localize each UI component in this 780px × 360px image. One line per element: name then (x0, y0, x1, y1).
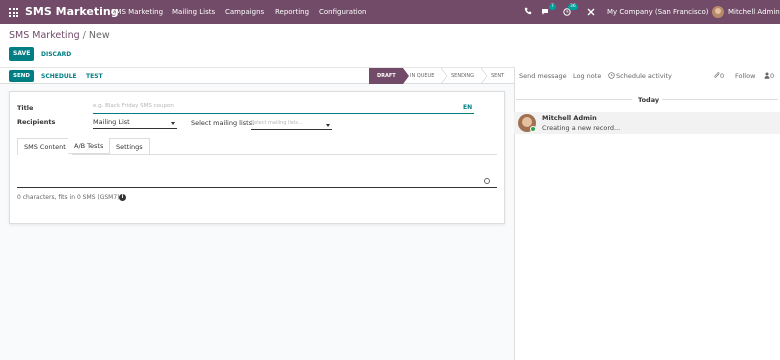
status-chevron-icon (481, 68, 487, 84)
test-button[interactable]: TEST (86, 73, 103, 80)
mailing-lists-label: Select mailing lists: (191, 119, 255, 127)
date-divider (662, 99, 778, 100)
menu-sms-marketing[interactable]: SMS Marketing (111, 8, 163, 16)
sms-body-input[interactable] (17, 176, 497, 188)
chatter-panel (514, 67, 780, 360)
chevron-down-icon (326, 124, 330, 127)
mailing-lists-placeholder: Select mailing lists... (251, 120, 303, 126)
menu-reporting[interactable]: Reporting (275, 8, 309, 16)
sms-character-count: 0 characters, fits in 0 SMS (GSM7) (17, 194, 120, 201)
attachments-count: 0 (720, 72, 725, 80)
breadcrumb-parent[interactable]: SMS Marketing (9, 30, 80, 41)
emoji-icon[interactable] (484, 178, 490, 184)
user-avatar[interactable] (712, 6, 724, 18)
tabs-divider (17, 154, 497, 155)
breadcrumb-separator: / (82, 30, 86, 41)
debug-close-icon[interactable] (587, 8, 595, 16)
breadcrumb: SMS Marketing / New (9, 30, 110, 41)
form-statusbar (0, 67, 514, 84)
tab-sms-content[interactable]: SMS Content (17, 138, 73, 155)
clock-icon (608, 72, 615, 79)
date-divider (516, 99, 632, 100)
follow-button[interactable]: Follow (735, 72, 755, 80)
top-navbar: SMS Marketing SMS Marketing Mailing List… (0, 0, 780, 24)
online-status-icon (530, 126, 536, 132)
message-author[interactable]: Mitchell Admin (542, 114, 597, 122)
menu-configuration[interactable]: Configuration (319, 8, 366, 16)
activities-count-badge: 36 (568, 4, 578, 10)
schedule-activity-button[interactable]: Schedule activity (616, 72, 672, 80)
status-step-in-queue[interactable]: IN QUEUE (410, 68, 434, 84)
language-button[interactable]: EN (463, 104, 472, 111)
company-switcher[interactable]: My Company (San Francisco) (607, 8, 708, 16)
menu-campaigns[interactable]: Campaigns (225, 8, 264, 16)
tab-ab-tests[interactable]: A/B Tests (68, 138, 110, 154)
status-step-draft[interactable]: DRAFT (369, 68, 409, 84)
status-step-sending[interactable]: SENDING (451, 68, 474, 84)
info-icon[interactable]: i (119, 194, 126, 201)
recipients-select[interactable]: Mailing List (93, 118, 177, 129)
chevron-down-icon (171, 122, 175, 125)
message-body: Creating a new record... (542, 124, 621, 132)
phone-icon[interactable] (524, 7, 532, 15)
followers-count: 0 (770, 72, 775, 80)
apps-menu-icon[interactable] (9, 8, 18, 17)
recipients-label: Recipients (17, 118, 56, 126)
status-chevron-icon (441, 68, 447, 84)
mailing-lists-input[interactable]: Select mailing lists... (251, 120, 332, 130)
send-button[interactable]: SEND (9, 70, 34, 82)
schedule-button[interactable]: SCHEDULE (41, 73, 77, 80)
user-menu[interactable]: Mitchell Admin (728, 8, 780, 16)
breadcrumb-current: New (88, 30, 110, 41)
save-button[interactable]: SAVE (9, 47, 35, 61)
discard-button[interactable]: DISCARD (41, 51, 71, 58)
menu-mailing-lists[interactable]: Mailing Lists (172, 8, 215, 16)
date-separator-label: Today (638, 96, 660, 104)
title-label: Title (17, 104, 34, 112)
app-name[interactable]: SMS Marketing (25, 5, 119, 18)
send-message-button[interactable]: Send message (519, 72, 567, 80)
messages-icon[interactable] (541, 8, 550, 16)
messages-count-badge: 7 (549, 4, 556, 10)
log-note-button[interactable]: Log note (573, 72, 601, 80)
recipients-value: Mailing List (93, 118, 130, 126)
title-input[interactable]: e.g. Black Friday SMS coupon (93, 103, 474, 114)
status-step-sent[interactable]: SENT (491, 68, 504, 84)
tab-settings[interactable]: Settings (109, 138, 150, 154)
